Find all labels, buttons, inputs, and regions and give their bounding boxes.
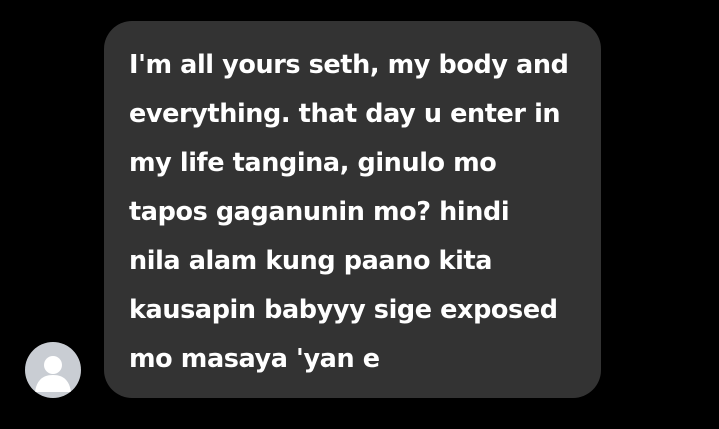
message-line: my life tangina, ginulo mo: [129, 148, 497, 178]
avatar[interactable]: [25, 342, 81, 398]
message-line: everything. that day u enter in: [129, 99, 561, 129]
message-line: tapos gaganunin mo? hindi: [129, 197, 510, 227]
message-line: mo masaya 'yan e: [129, 344, 380, 374]
message-text: I'm all yours seth, my body and everythi…: [129, 48, 591, 391]
message-line: I'm all yours seth, my body and: [129, 50, 569, 80]
message-bubble[interactable]: I'm all yours seth, my body and everythi…: [104, 21, 601, 398]
message-line: kausapin babyyy sige exposed: [129, 295, 558, 325]
chat-screen: I'm all yours seth, my body and everythi…: [0, 0, 719, 429]
default-user-icon: [35, 356, 71, 392]
message-line: nila alam kung paano kita: [129, 246, 493, 276]
